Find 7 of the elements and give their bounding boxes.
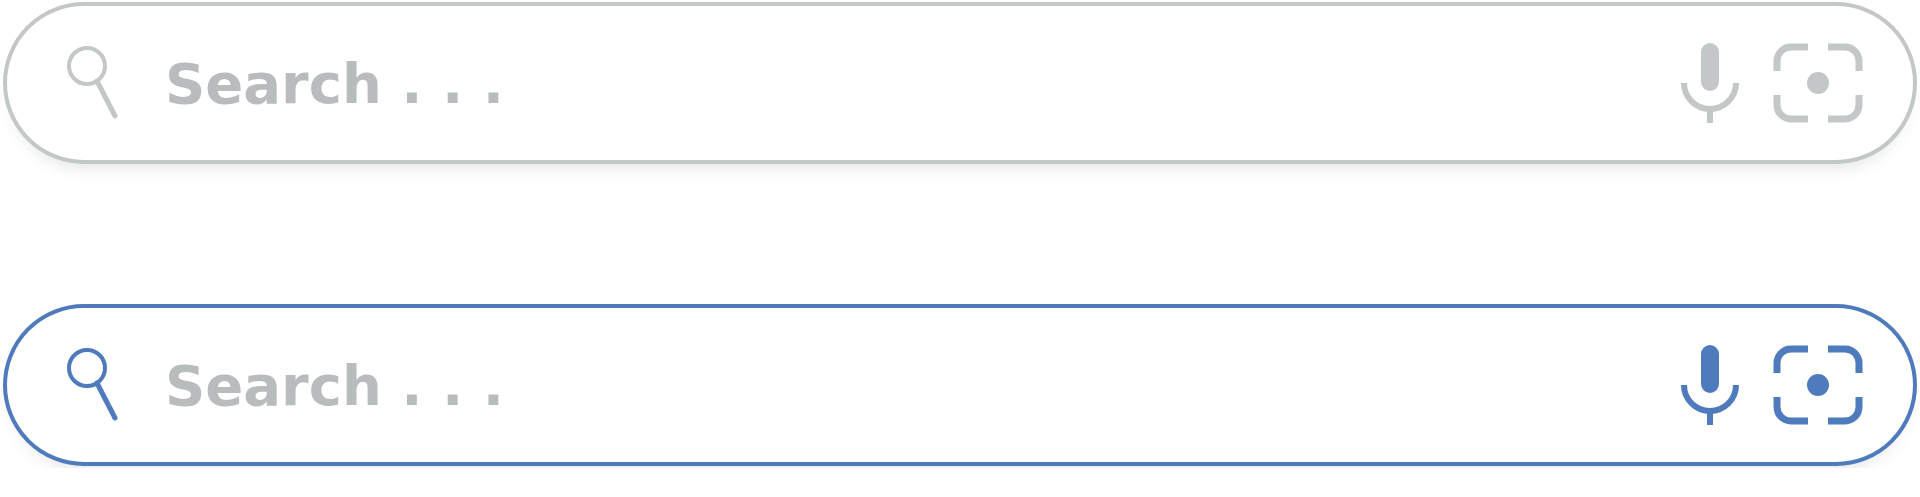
camera-scan-icon[interactable] [1773, 345, 1863, 425]
search-input[interactable]: Search . . . [165, 43, 1681, 123]
search-icon [65, 44, 121, 122]
search-field[interactable]: Search . . . [3, 2, 1917, 164]
search-input[interactable]: Search . . . [165, 345, 1681, 425]
search-icon [65, 346, 121, 424]
search-field[interactable]: Search . . . [3, 304, 1917, 466]
